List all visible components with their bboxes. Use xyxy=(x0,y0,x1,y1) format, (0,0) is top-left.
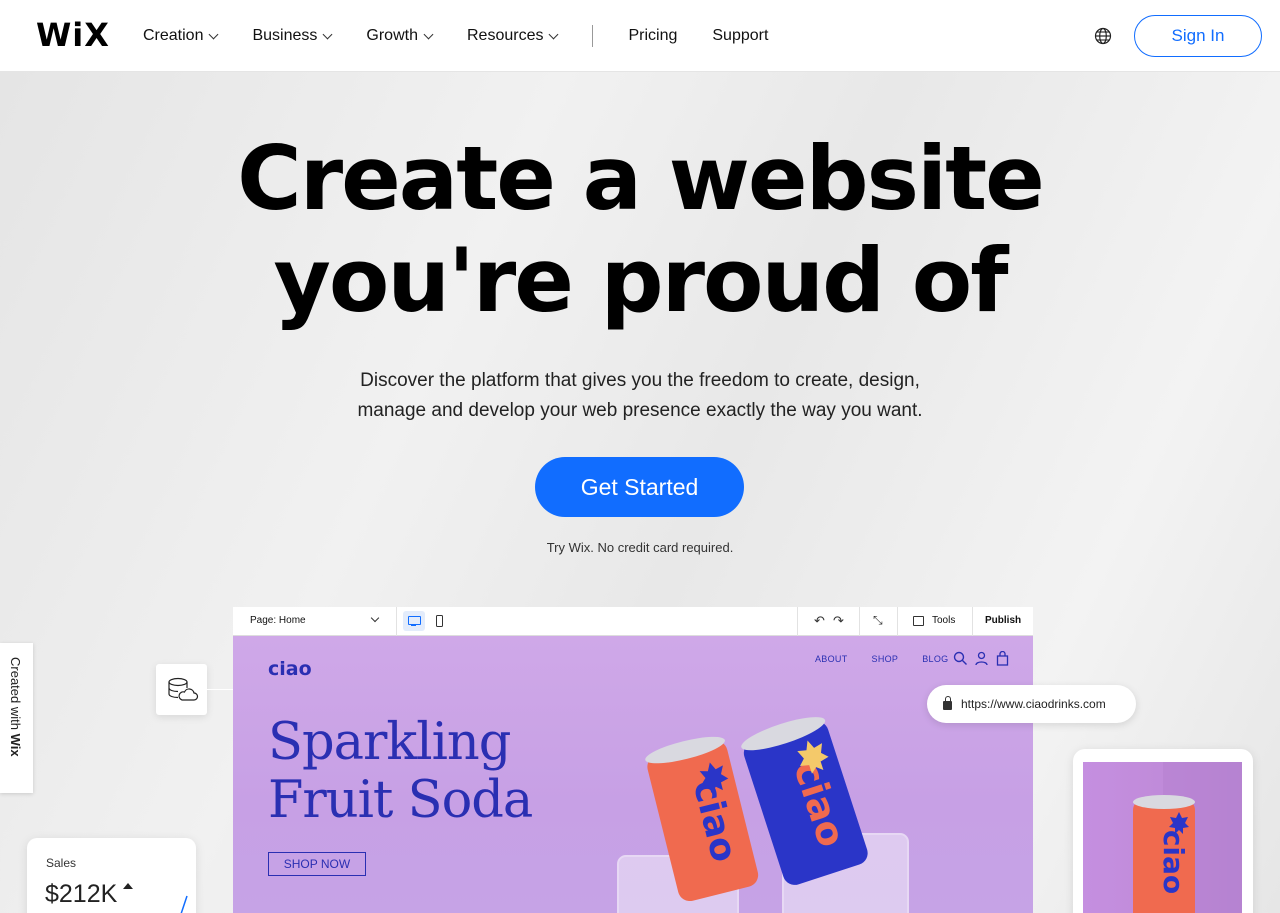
zoom-out-icon[interactable]: ⤡ xyxy=(873,613,883,628)
arrow-up-icon xyxy=(123,883,133,889)
toolbar-divider xyxy=(897,607,898,636)
sparkline-icon xyxy=(180,895,188,913)
site-headline-line: Sparkling xyxy=(268,713,511,772)
created-with-wix-label: Created with Wix xyxy=(8,657,23,757)
redo-icon[interactable]: ↷ xyxy=(833,613,844,629)
site-header: WiX Creation Business Growth Resources P… xyxy=(0,0,1280,72)
site-nav-shop[interactable]: SHOP xyxy=(872,654,899,664)
toolbar-divider xyxy=(859,607,860,636)
url-text: https://www.ciaodrinks.com xyxy=(961,697,1106,711)
nav-label: Creation xyxy=(143,27,204,44)
created-with-wix-tab[interactable]: Created with Wix xyxy=(0,643,33,793)
tools-icon[interactable] xyxy=(913,616,924,626)
sign-in-button[interactable]: Sign In xyxy=(1134,15,1262,57)
nav-item-growth[interactable]: Growth xyxy=(366,27,434,45)
url-bar[interactable]: https://www.ciaodrinks.com xyxy=(927,685,1136,723)
hero-subtitle-line: Discover the platform that gives you the… xyxy=(360,370,920,391)
chevron-down-icon[interactable] xyxy=(370,613,380,623)
site-nav-about[interactable]: ABOUT xyxy=(815,654,848,664)
hero-title-line: you're proud of xyxy=(273,229,1009,332)
sales-card: Sales $212K xyxy=(27,838,196,913)
site-header-icons xyxy=(953,651,1010,666)
database-card xyxy=(156,664,207,715)
hero-title: Create a website you're proud of xyxy=(0,128,1280,332)
connector-line xyxy=(207,689,233,690)
hero-subtitle: Discover the platform that gives you the… xyxy=(320,366,960,426)
site-headline: Sparkling Fruit Soda xyxy=(268,713,533,830)
nav-link-support[interactable]: Support xyxy=(712,27,768,45)
chevron-down-icon xyxy=(209,29,219,39)
toolbar-divider xyxy=(396,607,397,636)
cta-note: Try Wix. No credit card required. xyxy=(546,540,734,555)
chevron-down-icon xyxy=(423,29,434,39)
hero-subtitle-line: manage and develop your web presence exa… xyxy=(357,400,923,421)
editor-toolbar: Page: Home ↶ ↷ ⤡ Tools Publish xyxy=(233,607,1033,636)
shop-now-button[interactable]: SHOP NOW xyxy=(268,852,366,876)
created-with-prefix: Created with xyxy=(8,657,23,734)
lock-icon xyxy=(943,696,952,710)
publish-button[interactable]: Publish xyxy=(985,615,1021,626)
soda-cans-image: ciao ciao xyxy=(617,717,909,913)
search-icon[interactable] xyxy=(953,651,968,666)
nav-item-business[interactable]: Business xyxy=(252,27,333,45)
toolbar-divider xyxy=(972,607,973,636)
nav-label: Growth xyxy=(366,27,418,44)
site-preview: ciao ABOUT SHOP BLOG Sparkling Fruit Sod… xyxy=(233,636,1033,913)
cart-icon[interactable] xyxy=(995,651,1010,666)
sales-label: Sales xyxy=(46,856,77,870)
hero-title-line: Create a website xyxy=(237,127,1045,230)
svg-text:ciao: ciao xyxy=(1157,830,1190,894)
site-headline-line: Fruit Soda xyxy=(268,771,533,830)
desktop-view-icon[interactable] xyxy=(403,611,425,631)
undo-icon[interactable]: ↶ xyxy=(814,613,825,629)
mobile-view-icon[interactable] xyxy=(436,615,443,627)
tools-button[interactable]: Tools xyxy=(932,615,955,626)
chevron-down-icon xyxy=(322,29,333,39)
nav-item-creation[interactable]: Creation xyxy=(143,27,219,45)
sales-value: $212K xyxy=(45,880,118,908)
get-started-button[interactable]: Get Started xyxy=(535,457,744,517)
mobile-preview-screen: ciao xyxy=(1083,762,1242,913)
nav-link-pricing[interactable]: Pricing xyxy=(628,27,677,45)
created-with-brand: Wix xyxy=(8,733,23,757)
nav-divider xyxy=(592,25,594,47)
user-icon[interactable] xyxy=(974,651,989,666)
page-selector[interactable]: Page: Home xyxy=(250,615,306,626)
database-cloud-icon xyxy=(168,677,199,701)
ciao-logo[interactable]: ciao xyxy=(268,658,312,680)
site-nav: ABOUT SHOP BLOG xyxy=(815,654,972,664)
mobile-preview-card: ciao xyxy=(1073,749,1253,913)
nav-item-resources[interactable]: Resources xyxy=(466,27,559,45)
nav-label: Resources xyxy=(466,27,544,44)
nav-label: Business xyxy=(252,27,318,44)
soda-can-image: ciao xyxy=(1133,762,1242,913)
toolbar-divider xyxy=(797,607,798,636)
wix-logo[interactable]: WiX xyxy=(36,16,110,54)
globe-icon[interactable] xyxy=(1094,27,1112,45)
main-nav: Creation Business Growth Resources Prici… xyxy=(143,0,803,72)
site-nav-blog[interactable]: BLOG xyxy=(922,654,948,664)
chevron-down-icon xyxy=(549,29,559,39)
